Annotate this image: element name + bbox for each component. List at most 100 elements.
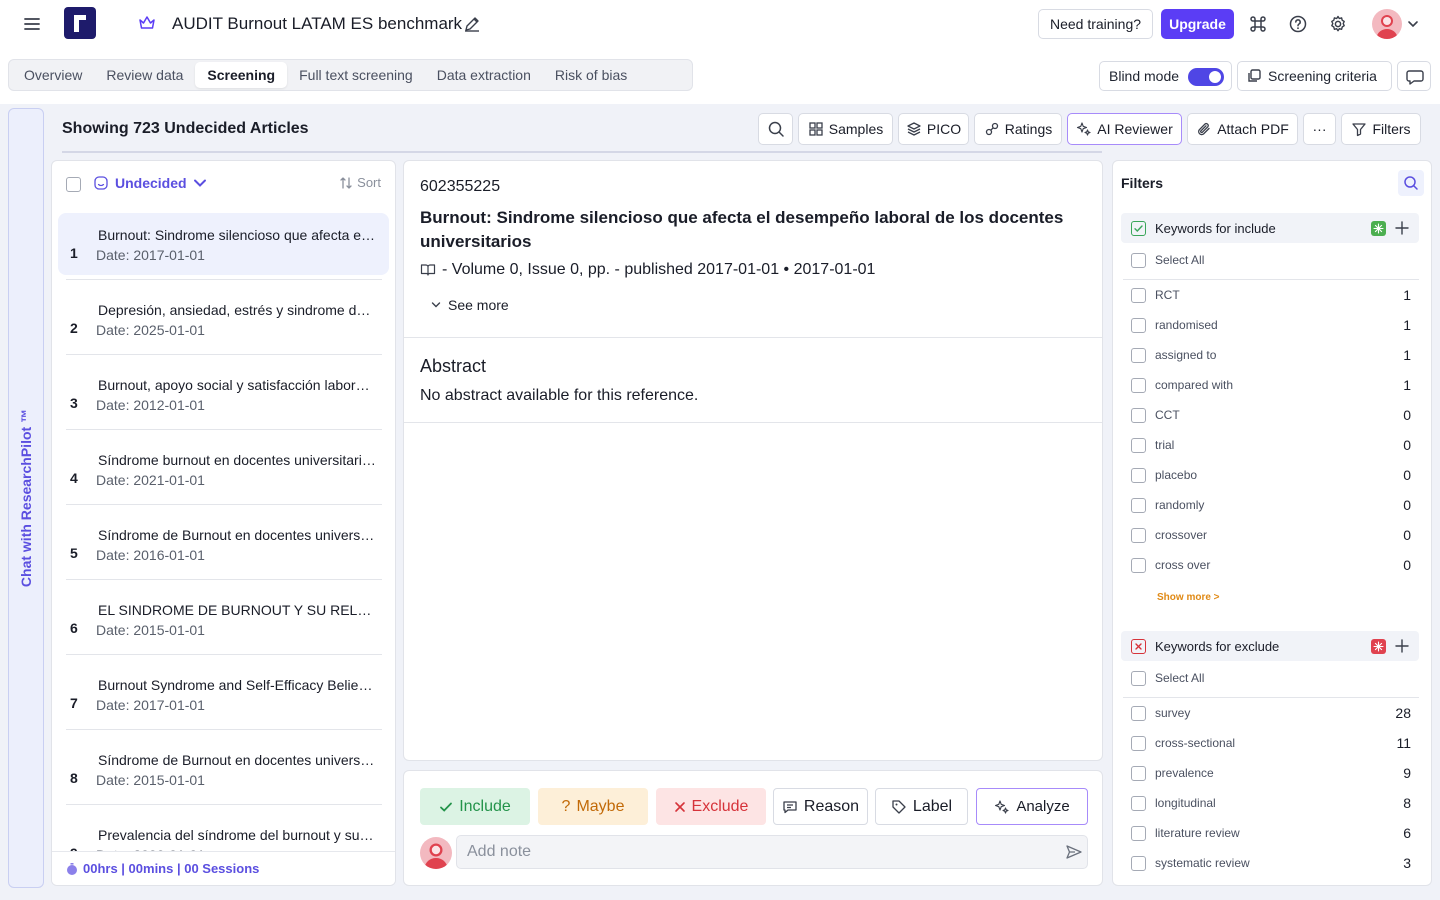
tab-screening[interactable]: Screening xyxy=(195,62,288,88)
list-item[interactable]: 2 Depresión, ansiedad, estrés y sindrome… xyxy=(58,288,389,350)
chevron-down-icon[interactable] xyxy=(1406,17,1420,31)
keyword-item[interactable]: assigned to 1 xyxy=(1131,345,1411,365)
keyword-item[interactable]: crossover 0 xyxy=(1131,525,1411,545)
checkbox[interactable] xyxy=(1131,467,1146,483)
checkbox[interactable] xyxy=(1131,765,1146,781)
settings-gear-icon[interactable] xyxy=(1328,14,1348,34)
list-item[interactable]: 5 Síndrome de Burnout en docentes univer… xyxy=(58,513,389,575)
keyword-item[interactable]: cross over 0 xyxy=(1131,555,1411,575)
status-filter-dropdown[interactable]: Undecided xyxy=(115,175,187,191)
help-icon[interactable] xyxy=(1288,14,1308,34)
include-select-all[interactable]: Select All xyxy=(1131,250,1411,270)
analyze-button[interactable]: Analyze xyxy=(976,788,1088,825)
upgrade-button[interactable]: Upgrade xyxy=(1161,9,1234,39)
keyword-label: survey xyxy=(1155,706,1191,720)
blind-mode-control[interactable]: Blind mode xyxy=(1099,61,1232,91)
checkbox[interactable] xyxy=(1131,287,1146,303)
maybe-button[interactable]: ? Maybe xyxy=(538,788,648,825)
add-exclude-keyword-icon[interactable] xyxy=(1393,637,1411,655)
exclude-select-all[interactable]: Select All xyxy=(1131,668,1411,688)
keyword-item[interactable]: RCT 1 xyxy=(1131,285,1411,305)
checkbox[interactable] xyxy=(1131,347,1146,363)
checkbox[interactable] xyxy=(1131,437,1146,453)
list-item[interactable]: 9 Prevalencia del síndrome del burnout y… xyxy=(58,813,389,855)
list-item[interactable]: 6 EL SINDROME DE BURNOUT Y SU RELACION C… xyxy=(58,588,389,650)
checkbox[interactable] xyxy=(1131,317,1146,333)
list-item[interactable]: 8 Síndrome de Burnout en docentes univer… xyxy=(58,738,389,800)
keyword-item[interactable]: cross-sectional 11 xyxy=(1131,733,1411,753)
tab-overview[interactable]: Overview xyxy=(12,62,94,88)
user-avatar[interactable] xyxy=(1372,9,1402,39)
reason-button[interactable]: Reason xyxy=(773,788,868,825)
checkbox[interactable] xyxy=(1131,527,1146,543)
list-item[interactable]: 4 Síndrome burnout en docentes universit… xyxy=(58,438,389,500)
exclude-highlight-icon[interactable] xyxy=(1371,639,1386,654)
ai-reviewer-button[interactable]: AI Reviewer xyxy=(1067,113,1182,145)
app-logo[interactable] xyxy=(64,7,96,39)
label-button[interactable]: Label xyxy=(875,788,968,825)
filters-search-button[interactable] xyxy=(1398,170,1424,196)
command-icon[interactable] xyxy=(1248,14,1268,34)
checkbox[interactable] xyxy=(1131,557,1146,573)
send-icon[interactable] xyxy=(1065,843,1083,861)
show-more-link[interactable]: Show more > xyxy=(1157,592,1220,603)
add-note-input[interactable] xyxy=(456,835,1088,869)
screening-criteria-button[interactable]: Screening criteria xyxy=(1237,61,1392,91)
search-button[interactable] xyxy=(758,113,793,145)
more-options-button[interactable]: ··· xyxy=(1303,113,1336,145)
filters-button[interactable]: Filters xyxy=(1341,113,1421,145)
menu-icon[interactable] xyxy=(22,14,42,34)
keyword-count: 8 xyxy=(1403,795,1411,811)
keyword-item[interactable]: placebo 0 xyxy=(1131,465,1411,485)
keyword-item[interactable]: CCT 0 xyxy=(1131,405,1411,425)
include-highlight-icon[interactable] xyxy=(1371,221,1386,236)
include-button[interactable]: Include xyxy=(420,788,530,825)
checkbox[interactable] xyxy=(1131,795,1146,811)
tab-review-data[interactable]: Review data xyxy=(94,62,195,88)
pico-button[interactable]: PICO xyxy=(898,113,969,145)
divider xyxy=(66,579,382,580)
see-more-button[interactable]: See more xyxy=(430,297,509,313)
keyword-item[interactable]: survey 28 xyxy=(1131,703,1411,723)
select-all-checkbox[interactable] xyxy=(66,177,81,192)
checkbox[interactable] xyxy=(1131,705,1146,721)
checkbox[interactable] xyxy=(1131,825,1146,841)
tab-data-extraction[interactable]: Data extraction xyxy=(425,62,543,88)
include-keywords-header[interactable]: Keywords for include xyxy=(1121,213,1419,243)
attach-pdf-button[interactable]: Attach PDF xyxy=(1187,113,1298,145)
checkbox[interactable] xyxy=(1131,735,1146,751)
keyword-item[interactable]: systematic review 3 xyxy=(1131,853,1411,873)
keyword-item[interactable]: compared with 1 xyxy=(1131,375,1411,395)
samples-button[interactable]: Samples xyxy=(798,113,893,145)
attach-pdf-label: Attach PDF xyxy=(1217,121,1289,137)
keyword-item[interactable]: literature review 6 xyxy=(1131,823,1411,843)
edit-icon[interactable] xyxy=(463,15,481,33)
checkbox[interactable] xyxy=(1131,855,1146,871)
checkbox[interactable] xyxy=(1131,377,1146,393)
sort-button[interactable]: Sort xyxy=(339,175,381,190)
comments-button[interactable] xyxy=(1397,61,1431,91)
include-label: Include xyxy=(459,797,511,815)
add-include-keyword-icon[interactable] xyxy=(1393,219,1411,237)
keyword-item[interactable]: randomised 1 xyxy=(1131,315,1411,335)
list-item[interactable]: 7 Burnout Syndrome and Self-Efficacy Bel… xyxy=(58,663,389,725)
blind-mode-toggle[interactable] xyxy=(1188,68,1224,86)
list-item[interactable]: 3 Burnout, apoyo social y satisfacción l… xyxy=(58,363,389,425)
ratings-button[interactable]: Ratings xyxy=(974,113,1062,145)
keyword-item[interactable]: longitudinal 8 xyxy=(1131,793,1411,813)
decision-panel: Include ? Maybe Exclude Reason Label Ana… xyxy=(403,770,1103,886)
exclude-keywords-header[interactable]: Keywords for exclude xyxy=(1121,631,1419,661)
checkbox[interactable] xyxy=(1131,670,1146,686)
exclude-button[interactable]: Exclude xyxy=(656,788,766,825)
keyword-item[interactable]: randomly 0 xyxy=(1131,495,1411,515)
checkbox[interactable] xyxy=(1131,252,1146,268)
checkbox[interactable] xyxy=(1131,497,1146,513)
tab-full-text-screening[interactable]: Full text screening xyxy=(287,62,425,88)
need-training-button[interactable]: Need training? xyxy=(1038,9,1153,39)
chevron-down-icon[interactable] xyxy=(193,176,207,190)
tab-risk-of-bias[interactable]: Risk of bias xyxy=(543,62,639,88)
keyword-item[interactable]: prevalence 9 xyxy=(1131,763,1411,783)
keyword-item[interactable]: trial 0 xyxy=(1131,435,1411,455)
checkbox[interactable] xyxy=(1131,407,1146,423)
list-item[interactable]: 1 Burnout: Sindrome silencioso que afect… xyxy=(58,213,389,275)
